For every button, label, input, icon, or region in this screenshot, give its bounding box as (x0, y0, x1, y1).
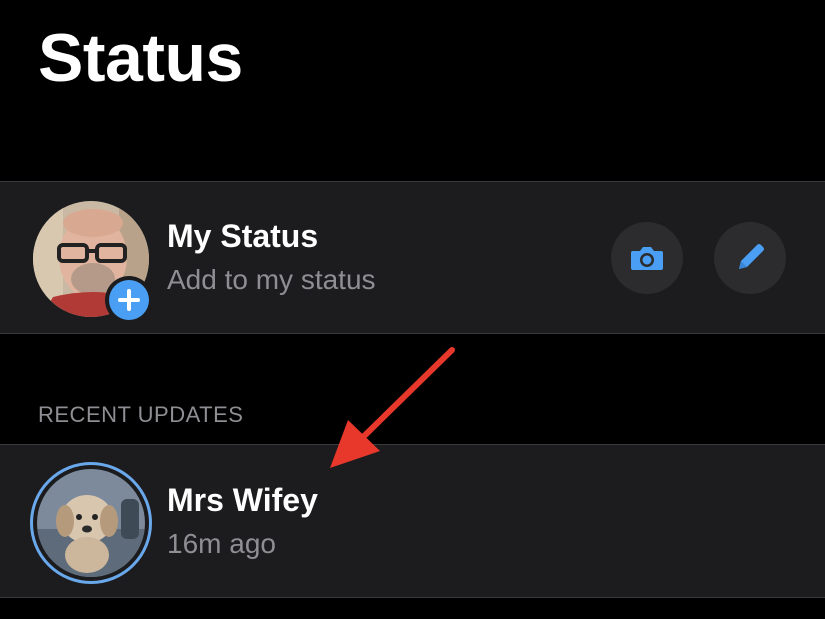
contact-name: Mrs Wifey (167, 482, 318, 518)
pencil-icon (739, 244, 764, 269)
my-status-title: My Status (167, 218, 319, 254)
plus-icon (118, 289, 140, 311)
status-list-item[interactable]: Mrs Wifey 16m ago (0, 444, 825, 598)
my-status-row[interactable]: My Status Add to my status (0, 181, 825, 334)
unviewed-status-ring (30, 462, 152, 584)
camera-icon (631, 247, 663, 270)
status-screen: Status My Status Add to my status RECENT… (0, 0, 825, 619)
my-status-subtitle: Add to my status (167, 264, 376, 295)
page-title: Status (38, 20, 243, 96)
contact-avatar[interactable] (37, 469, 145, 577)
recent-updates-header: RECENT UPDATES (38, 402, 244, 427)
status-time: 16m ago (167, 528, 276, 559)
camera-button[interactable] (611, 222, 683, 294)
pencil-button[interactable] (714, 222, 786, 294)
add-status-badge[interactable] (105, 276, 153, 324)
